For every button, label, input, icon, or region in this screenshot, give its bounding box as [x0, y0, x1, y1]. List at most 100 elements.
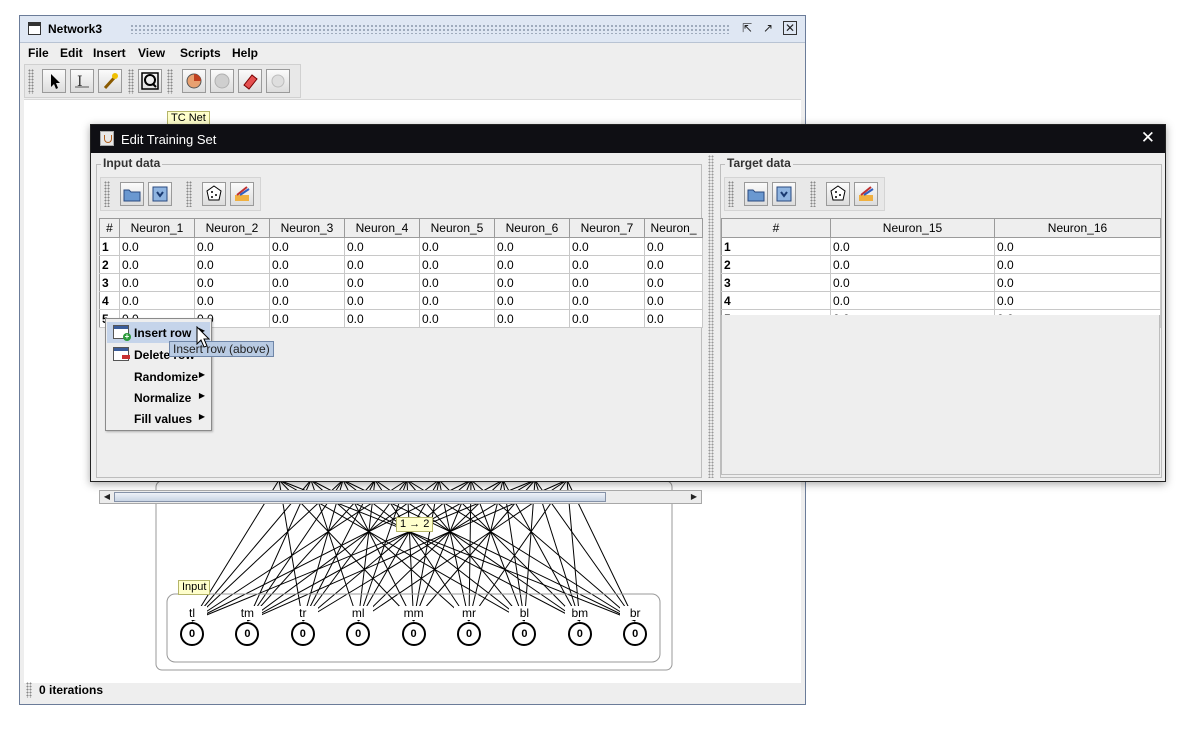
input-cell[interactable]: 0.0: [344, 309, 420, 328]
target-cell[interactable]: 0.0: [830, 255, 995, 274]
target-table-row[interactable]: 3 0.0 0.0: [721, 273, 1161, 292]
input-cell[interactable]: 0.0: [494, 291, 570, 310]
main-title-bar[interactable]: Network3 ⇱ ↗ ✕: [20, 16, 805, 43]
menu-help[interactable]: Help: [232, 46, 258, 60]
input-cell[interactable]: 0.0: [269, 291, 345, 310]
input-cell[interactable]: 0.0: [569, 309, 645, 328]
input-column-header[interactable]: Neuron_3: [269, 218, 345, 238]
target-cell[interactable]: 0.0: [830, 291, 995, 310]
input-cell[interactable]: 0.0: [269, 273, 345, 292]
target-table-row[interactable]: 2 0.0 0.0: [721, 255, 1161, 274]
open-folder-icon[interactable]: [744, 182, 768, 206]
input-cell[interactable]: 0.0: [269, 237, 345, 256]
input-cell[interactable]: 0.0: [119, 273, 195, 292]
target-table-row[interactable]: 1 0.0 0.0: [721, 237, 1161, 256]
randomize-icon[interactable]: [202, 182, 226, 206]
input-table-hscroll[interactable]: ◀ ▶: [99, 490, 702, 504]
save-icon[interactable]: [772, 182, 796, 206]
input-cell[interactable]: 0.0: [419, 309, 495, 328]
target-table-row[interactable]: 4 0.0 0.0: [721, 291, 1161, 310]
input-cell[interactable]: 0.0: [419, 291, 495, 310]
input-cell[interactable]: 0.0: [569, 255, 645, 274]
input-column-header[interactable]: Neuron_4: [344, 218, 420, 238]
input-cell[interactable]: 0.0: [269, 255, 345, 274]
input-cell[interactable]: 0.0: [344, 291, 420, 310]
input-column-header[interactable]: Neuron_2: [194, 218, 270, 238]
menu-scripts[interactable]: Scripts: [180, 46, 221, 60]
input-cell[interactable]: 0.0: [494, 237, 570, 256]
maximize-icon[interactable]: ↗: [761, 21, 775, 35]
input-table-row[interactable]: 3 0.0 0.0 0.0 0.0 0.0 0.0 0.0 0.0: [99, 273, 703, 292]
neuron-icon[interactable]: [182, 69, 206, 93]
input-cell[interactable]: 0.0: [644, 309, 703, 328]
text-tool-icon[interactable]: I: [70, 69, 94, 93]
input-table-row[interactable]: 1 0.0 0.0 0.0 0.0 0.0 0.0 0.0 0.0: [99, 237, 703, 256]
input-cell[interactable]: 0.0: [269, 309, 345, 328]
input-cell[interactable]: 0.0: [644, 255, 703, 274]
target-row-number[interactable]: 1: [721, 237, 831, 256]
save-icon[interactable]: [148, 182, 172, 206]
neuron-node[interactable]: 0: [401, 622, 426, 646]
input-row-number[interactable]: 3: [99, 273, 120, 292]
wand-icon[interactable]: [98, 69, 122, 93]
menu-item-randomize[interactable]: Randomize ▶: [107, 366, 210, 387]
neuron-node[interactable]: 0: [623, 622, 648, 646]
input-cell[interactable]: 0.0: [494, 309, 570, 328]
neuron-node[interactable]: 0: [567, 622, 592, 646]
neuron-node[interactable]: 0: [346, 622, 371, 646]
target-row-number[interactable]: 4: [721, 291, 831, 310]
input-cell[interactable]: 0.0: [644, 237, 703, 256]
edit-data-icon[interactable]: [230, 182, 254, 206]
dialog-title-bar[interactable]: Edit Training Set ✕: [91, 125, 1165, 153]
scroll-left-icon[interactable]: ◀: [101, 492, 113, 502]
circle-icon[interactable]: [210, 69, 234, 93]
menu-insert[interactable]: Insert: [93, 46, 126, 60]
menu-file[interactable]: File: [28, 46, 49, 60]
target-row-number[interactable]: 3: [721, 273, 831, 292]
input-column-header[interactable]: Neuron_5: [419, 218, 495, 238]
menu-view[interactable]: View: [138, 46, 165, 60]
neuron-node[interactable]: 0: [290, 622, 315, 646]
close-icon[interactable]: ✕: [783, 21, 797, 35]
input-cell[interactable]: 0.0: [569, 273, 645, 292]
restore-icon[interactable]: ⇱: [740, 21, 754, 35]
input-cell[interactable]: 0.0: [119, 237, 195, 256]
input-cell[interactable]: 0.0: [569, 237, 645, 256]
input-cell[interactable]: 0.0: [644, 291, 703, 310]
menu-item-insert-row[interactable]: + Insert row ▶: [107, 322, 210, 343]
input-cell[interactable]: 0.0: [344, 255, 420, 274]
input-table-row[interactable]: 4 0.0 0.0 0.0 0.0 0.0 0.0 0.0 0.0: [99, 291, 703, 310]
input-column-header[interactable]: #: [99, 218, 120, 238]
select-arrow-icon[interactable]: [42, 69, 66, 93]
input-cell[interactable]: 0.0: [419, 237, 495, 256]
scroll-thumb[interactable]: [114, 492, 606, 502]
scroll-right-icon[interactable]: ▶: [688, 492, 700, 502]
input-cell[interactable]: 0.0: [194, 255, 270, 274]
input-column-header[interactable]: Neuron_6: [494, 218, 570, 238]
input-cell[interactable]: 0.0: [419, 273, 495, 292]
target-cell[interactable]: 0.0: [994, 255, 1161, 274]
randomize-icon[interactable]: [826, 182, 850, 206]
menu-edit[interactable]: Edit: [60, 46, 83, 60]
weight-group-label[interactable]: 1 → 2: [396, 517, 434, 532]
target-cell[interactable]: 0.0: [994, 273, 1161, 292]
input-cell[interactable]: 0.0: [119, 291, 195, 310]
target-cell[interactable]: 0.0: [994, 291, 1161, 310]
eraser-icon[interactable]: [238, 69, 262, 93]
input-column-header[interactable]: Neuron_: [644, 218, 703, 238]
open-folder-icon[interactable]: [120, 182, 144, 206]
input-column-header[interactable]: Neuron_7: [569, 218, 645, 238]
input-column-header[interactable]: Neuron_1: [119, 218, 195, 238]
input-cell[interactable]: 0.0: [194, 291, 270, 310]
target-cell[interactable]: 0.0: [830, 273, 995, 292]
input-row-number[interactable]: 2: [99, 255, 120, 274]
dialog-close-icon[interactable]: ✕: [1141, 129, 1155, 147]
target-row-number[interactable]: 2: [721, 255, 831, 274]
input-row-number[interactable]: 4: [99, 291, 120, 310]
target-column-header[interactable]: Neuron_15: [830, 218, 995, 238]
target-column-header[interactable]: Neuron_16: [994, 218, 1161, 238]
split-pane-divider[interactable]: [708, 155, 714, 478]
cursor-circle-icon[interactable]: [266, 69, 290, 93]
menu-item-fill-values[interactable]: Fill values ▶: [107, 408, 210, 429]
input-cell[interactable]: 0.0: [644, 273, 703, 292]
